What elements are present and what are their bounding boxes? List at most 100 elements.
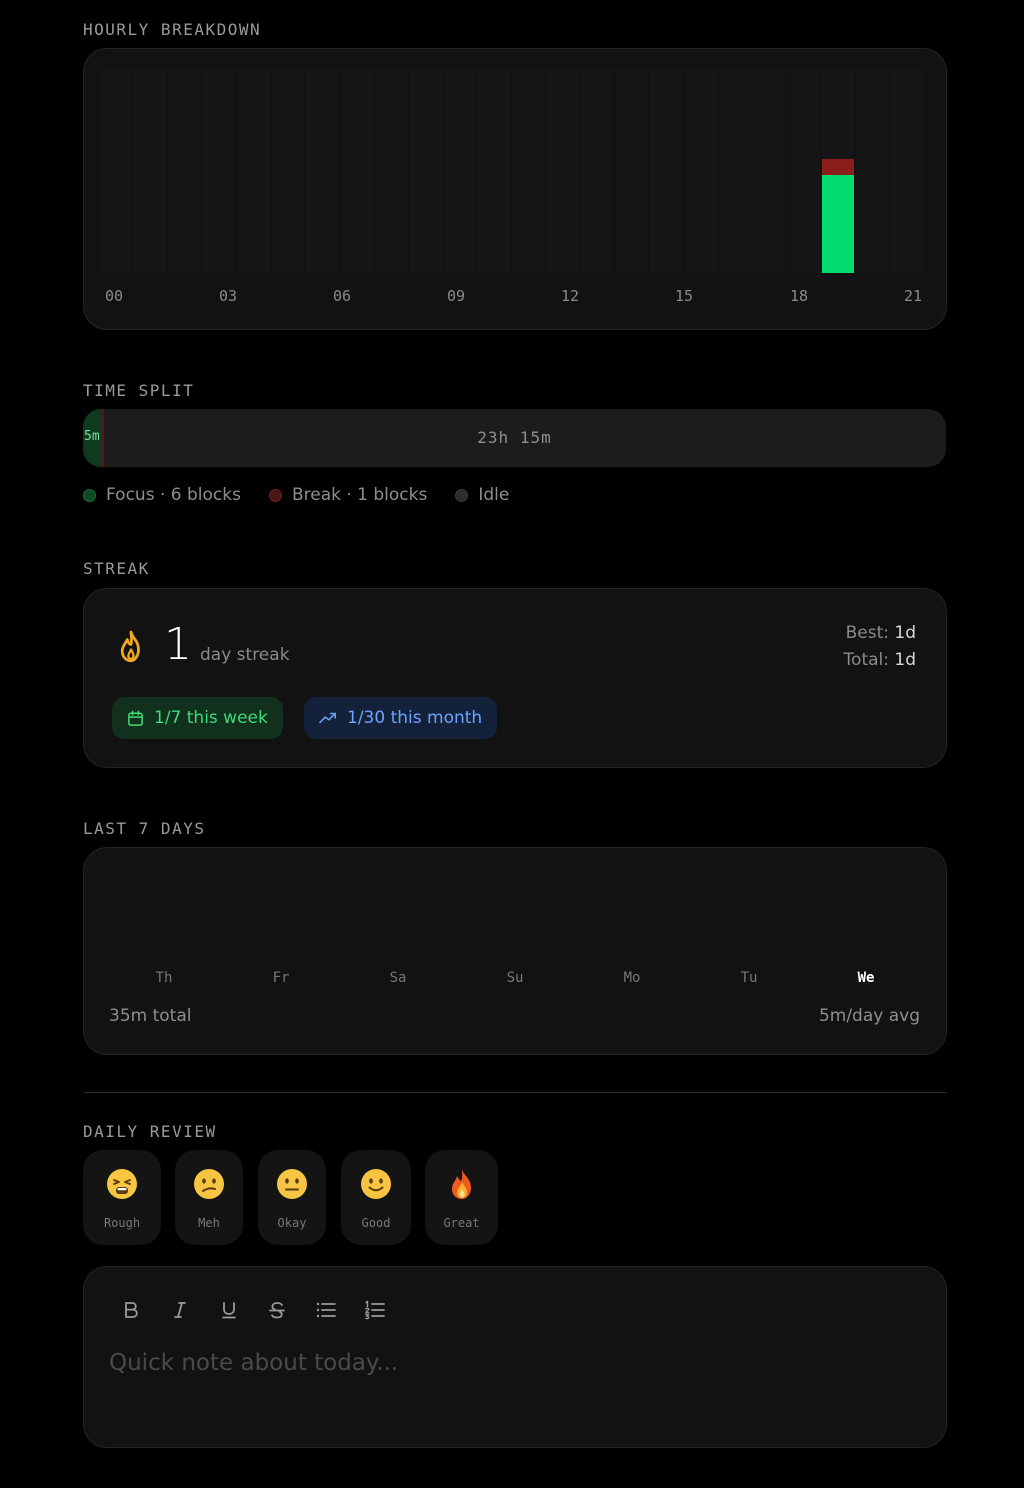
legend-dot	[455, 488, 469, 502]
strikethrough-button[interactable]	[264, 1297, 290, 1323]
last-7-days-title: LAST 7 DAYS	[83, 819, 206, 838]
time-split-legend: Focus · 6 blocks Break · 1 blocks Idle	[83, 484, 509, 506]
legend-idle: Idle	[455, 485, 509, 505]
hour-bar	[719, 69, 751, 273]
hour-bar	[203, 69, 235, 273]
hour-tick-label: 12	[561, 287, 580, 305]
hour-tick-label: 15	[675, 287, 694, 305]
hour-bar	[478, 69, 510, 273]
hour-bar	[100, 69, 132, 273]
legend-dot	[268, 488, 282, 502]
week-total: 35m total	[109, 1006, 192, 1026]
legend-label: Idle	[478, 485, 510, 505]
italic-icon	[174, 1302, 186, 1318]
hour-bar	[272, 69, 304, 273]
best-streak: Best: 1d	[846, 623, 916, 643]
hour-tick-label: 18	[790, 287, 809, 305]
day-label: Su	[506, 970, 524, 986]
numbered-list-icon	[365, 1300, 385, 1320]
day-label: Sa	[389, 970, 407, 986]
divider	[83, 1092, 947, 1093]
time-split-idle-label: 23h 15m	[477, 428, 552, 447]
hour-bar-segment	[822, 175, 854, 273]
hour-bar	[616, 69, 648, 273]
month-progress-pill: 1/30 this month	[304, 697, 498, 739]
week-average: 5m/day avg	[818, 1006, 920, 1026]
best-streak-value: 1d	[894, 623, 916, 643]
time-split-bar[interactable]: 5m 23h 15m	[83, 409, 946, 467]
calendar-icon	[128, 710, 143, 726]
hourly-chart	[100, 69, 923, 273]
day-label: Mo	[623, 970, 641, 986]
legend-label: Focus · 6 blocks	[106, 485, 241, 505]
time-split-title: TIME SPLIT	[83, 381, 195, 400]
total-streak: Total: 1d	[844, 650, 916, 670]
mood-button-good[interactable]: Good	[341, 1150, 411, 1245]
hour-tick-label: 21	[904, 287, 923, 305]
week-progress-label: 1/7 this week	[154, 708, 268, 728]
bold-icon	[125, 1302, 138, 1318]
hourly-breakdown-title: HOURLY BREAKDOWN	[83, 20, 262, 39]
mood-label: Okay	[277, 1216, 307, 1230]
neutral-face-icon	[277, 1169, 307, 1199]
hour-bar	[547, 69, 579, 273]
legend-dot	[83, 488, 96, 502]
legend-label: Break · 1 blocks	[291, 485, 428, 505]
underline-button[interactable]	[216, 1297, 242, 1323]
mood-label: Great	[443, 1216, 480, 1230]
week-progress-pill: 1/7 this week	[112, 697, 283, 739]
fire-icon	[451, 1169, 471, 1199]
trending-up-icon	[319, 712, 336, 724]
hour-bar	[410, 69, 442, 273]
day-label: Tu	[740, 970, 758, 986]
hour-bar	[581, 69, 613, 273]
daily-review-title: DAILY REVIEW	[83, 1122, 217, 1141]
strikethrough-icon	[269, 1302, 285, 1319]
numbered-list-button[interactable]	[362, 1297, 388, 1323]
mood-button-meh[interactable]: Meh	[175, 1150, 243, 1245]
hour-bar	[891, 69, 923, 273]
italic-button[interactable]	[167, 1297, 193, 1323]
confused-face-icon	[194, 1169, 224, 1199]
hour-tick-label: 00	[105, 287, 124, 305]
day-label: Fr	[272, 970, 290, 986]
bold-button[interactable]	[118, 1297, 144, 1323]
streak-card: 1 day streak Best: 1d Total: 1d 1/7 this…	[83, 588, 947, 768]
hour-bar	[341, 69, 373, 273]
bullet-list-button[interactable]	[313, 1297, 339, 1323]
mood-button-okay[interactable]: Okay	[258, 1150, 326, 1245]
total-streak-label: Total:	[843, 650, 889, 670]
hour-bar	[375, 69, 407, 273]
bullet-list-icon	[316, 1302, 336, 1318]
mood-label: Meh	[198, 1216, 220, 1230]
mood-button-rough[interactable]: Rough	[83, 1150, 161, 1245]
mood-button-great[interactable]: Great	[425, 1150, 498, 1245]
streak-count: 1	[164, 619, 192, 670]
month-progress-label: 1/30 this month	[347, 708, 483, 728]
tired-face-icon	[107, 1169, 137, 1199]
legend-break: Break · 1 blocks	[268, 485, 428, 505]
smiling-face-icon	[361, 1169, 391, 1199]
hour-bar	[753, 69, 785, 273]
streak-label: day streak	[200, 645, 290, 665]
hour-bar	[685, 69, 717, 273]
hour-bar	[306, 69, 338, 273]
hour-bar	[857, 69, 889, 273]
hour-bar	[238, 69, 270, 273]
total-streak-value: 1d	[894, 650, 916, 670]
hourly-breakdown-card: 00 03 06 09 12 15 18 21	[83, 48, 947, 330]
note-editor-card	[83, 1266, 947, 1448]
underline-icon	[222, 1302, 236, 1319]
hour-bar	[513, 69, 545, 273]
hour-bar	[134, 69, 166, 273]
streak-title: STREAK	[83, 559, 150, 578]
last-7-days-card: Th Fr Sa Su Mo Tu We 35m total 5m/day av…	[83, 847, 947, 1055]
day-label-today: We	[857, 970, 875, 986]
best-streak-label: Best:	[845, 623, 889, 643]
hour-tick-label: 06	[333, 287, 352, 305]
hour-tick-label: 03	[219, 287, 238, 305]
hour-tick-label: 09	[447, 287, 466, 305]
legend-focus: Focus · 6 blocks	[83, 485, 241, 505]
hour-bar	[169, 69, 201, 273]
note-input[interactable]	[109, 1343, 919, 1383]
